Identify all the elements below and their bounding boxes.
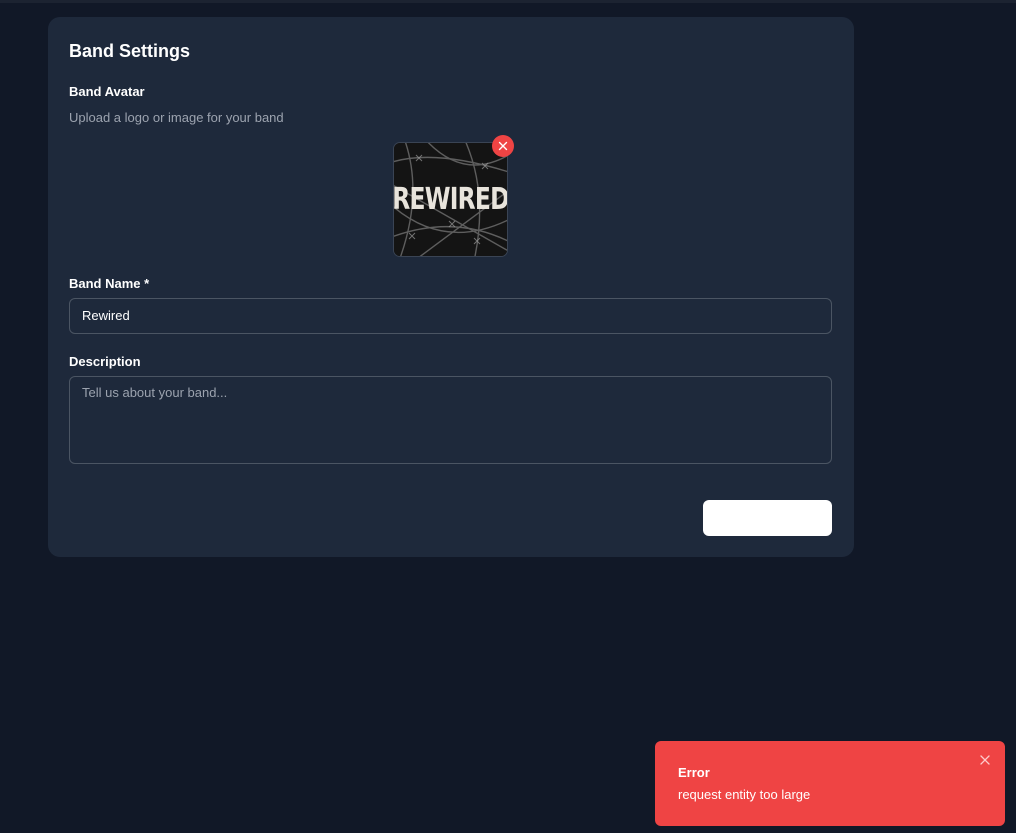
toast-close-button[interactable]: [978, 753, 992, 767]
toast-title: Error: [678, 765, 710, 780]
band-name-input[interactable]: Rewired: [69, 298, 832, 334]
close-icon: [980, 755, 990, 765]
card-title: Band Settings: [69, 41, 191, 61]
toast-message: request entity too large: [678, 787, 811, 802]
avatar-label: Band Avatar: [69, 84, 145, 99]
error-toast: Error request entity too large: [655, 741, 1005, 826]
remove-avatar-button[interactable]: [492, 135, 514, 157]
avatar-image: REWIRED: [393, 142, 508, 257]
band-settings-card: Band Settings Band Avatar Upload a logo …: [48, 17, 854, 557]
top-bar: [0, 0, 1016, 3]
save-button[interactable]: [703, 500, 832, 536]
avatar-preview[interactable]: REWIRED: [393, 135, 514, 257]
avatar-hint: Upload a logo or image for your band: [69, 110, 284, 125]
avatar-image-text: REWIRED: [393, 182, 508, 217]
description-label: Description: [69, 354, 141, 369]
close-icon: [498, 141, 508, 151]
description-textarea[interactable]: Tell us about your band...: [69, 376, 832, 464]
band-name-label: Band Name *: [69, 276, 150, 291]
